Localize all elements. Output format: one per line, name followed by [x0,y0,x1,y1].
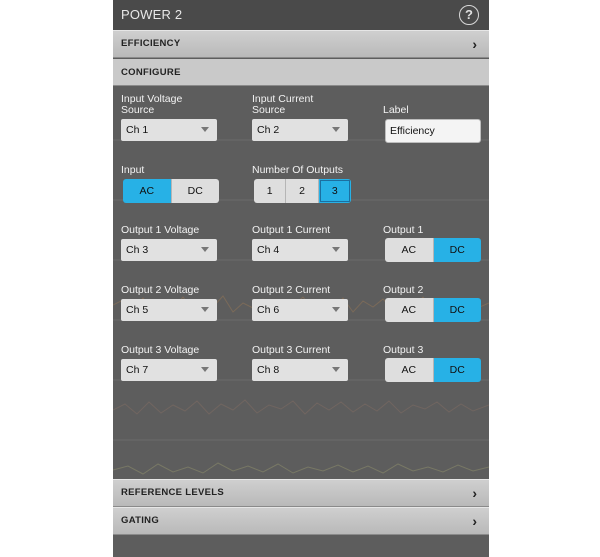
chevron-right-icon: › [472,36,477,52]
section-gating-label: GATING [121,515,160,526]
output2-coupling-ac[interactable]: AC [385,298,434,322]
outputs-option-2[interactable]: 2 [286,179,319,203]
output3-coupling-dc[interactable]: DC [433,358,481,382]
output2-current-dropdown[interactable]: Ch 6 [252,299,348,321]
input-current-source-dropdown[interactable]: Ch 2 [252,119,348,141]
dropdown-arrow-icon [201,367,209,372]
power-config-panel: POWER 2 ? EFFICIENCY › CONFIGURE Input V… [113,0,489,557]
output1-voltage-label: Output 1 Voltage [121,224,200,236]
section-configure-label: CONFIGURE [121,67,181,78]
output2-current-label: Output 2 Current [252,284,331,296]
output1-current-label: Output 1 Current [252,224,331,236]
output3-voltage-label: Output 3 Voltage [121,344,200,356]
output1-coupling-label: Output 1 [383,224,424,236]
output3-voltage-value: Ch 7 [126,364,149,376]
output1-current-value: Ch 4 [257,244,280,256]
input-voltage-source-dropdown[interactable]: Ch 1 [121,119,217,141]
section-configure[interactable]: CONFIGURE [113,59,489,86]
input-current-source-label: Input Current Source [252,94,313,116]
input-coupling-dc[interactable]: DC [171,179,219,203]
help-icon[interactable]: ? [459,5,479,25]
output1-coupling-dc[interactable]: DC [433,238,481,262]
dropdown-arrow-icon [332,247,340,252]
output3-current-dropdown[interactable]: Ch 8 [252,359,348,381]
input-coupling-toggle[interactable]: AC DC [123,179,219,203]
dropdown-arrow-icon [201,307,209,312]
section-efficiency[interactable]: EFFICIENCY › [113,30,489,58]
input-current-source-label-line2: Source [252,104,286,116]
output2-voltage-dropdown[interactable]: Ch 5 [121,299,217,321]
panel-title: POWER 2 [121,7,183,22]
dropdown-arrow-icon [332,127,340,132]
output3-current-label: Output 3 Current [252,344,331,356]
output2-coupling-label: Output 2 [383,284,424,296]
number-of-outputs-label: Number Of Outputs [252,164,344,176]
input-voltage-source-value: Ch 1 [126,124,149,136]
dropdown-arrow-icon [201,127,209,132]
outputs-option-1[interactable]: 1 [254,179,287,203]
section-reference-levels[interactable]: REFERENCE LEVELS › [113,479,489,507]
output1-voltage-value: Ch 3 [126,244,149,256]
output2-voltage-label: Output 2 Voltage [121,284,200,296]
output1-current-dropdown[interactable]: Ch 4 [252,239,348,261]
label-input-value: Efficiency [390,125,435,137]
section-reference-levels-label: REFERENCE LEVELS [121,487,224,498]
label-field-label: Label [383,104,409,116]
input-voltage-source-label: Input Voltage Source [121,94,182,116]
panel-titlebar: POWER 2 ? [113,0,489,30]
input-coupling-ac[interactable]: AC [123,179,172,203]
output3-coupling-toggle[interactable]: AC DC [385,358,481,382]
output1-voltage-dropdown[interactable]: Ch 3 [121,239,217,261]
label-input[interactable]: Efficiency [385,119,481,143]
section-gating[interactable]: GATING › [113,507,489,535]
number-of-outputs-toggle[interactable]: 1 2 3 [254,179,351,203]
output3-voltage-dropdown[interactable]: Ch 7 [121,359,217,381]
output1-coupling-ac[interactable]: AC [385,238,434,262]
section-efficiency-label: EFFICIENCY [121,38,181,49]
output3-current-value: Ch 8 [257,364,280,376]
output2-coupling-dc[interactable]: DC [433,298,481,322]
output2-coupling-toggle[interactable]: AC DC [385,298,481,322]
output3-coupling-label: Output 3 [383,344,424,356]
output2-current-value: Ch 6 [257,304,280,316]
dropdown-arrow-icon [332,307,340,312]
input-current-source-value: Ch 2 [257,124,280,136]
dropdown-arrow-icon [332,367,340,372]
output1-coupling-toggle[interactable]: AC DC [385,238,481,262]
configure-body: Input Voltage Source Ch 1 Input Current … [113,86,489,478]
chevron-right-icon: › [472,485,477,501]
outputs-option-3[interactable]: 3 [318,179,351,203]
chevron-right-icon: › [472,513,477,529]
input-coupling-label: Input [121,164,145,176]
input-voltage-source-label-line2: Source [121,104,155,116]
output2-voltage-value: Ch 5 [126,304,149,316]
output3-coupling-ac[interactable]: AC [385,358,434,382]
dropdown-arrow-icon [201,247,209,252]
